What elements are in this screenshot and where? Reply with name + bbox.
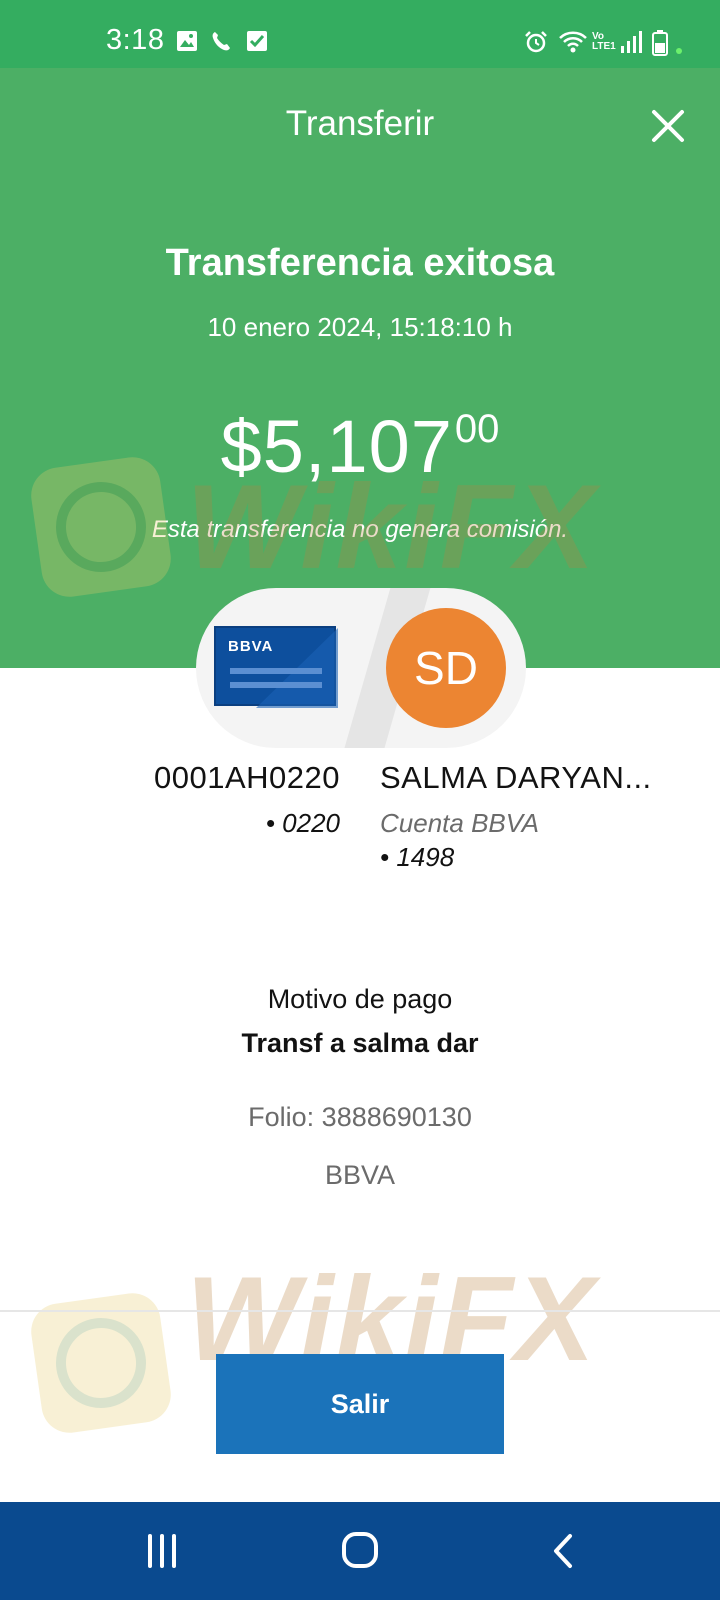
origin-account: 0001AH0220 bbox=[154, 760, 340, 795]
accounts-pill: BBVA SD bbox=[196, 588, 526, 748]
close-icon bbox=[652, 110, 684, 142]
payment-reason-value: Transf a salma dar bbox=[241, 1028, 479, 1058]
status-right-icons: Vo LTE1 bbox=[524, 28, 704, 58]
commission-note: Esta transferencia no genera comisión. bbox=[151, 516, 569, 543]
amount-main: $5,107 bbox=[220, 405, 453, 488]
exit-button[interactable]: Salir bbox=[216, 1354, 504, 1454]
recipient-account-type: Cuenta BBVA bbox=[380, 808, 539, 838]
bbva-card-icon: BBVA bbox=[214, 626, 338, 708]
origin-last-digits: • 0220 bbox=[265, 808, 340, 838]
battery-icon bbox=[652, 30, 668, 56]
header: Transferir Transferencia exitosa 10 ener… bbox=[0, 68, 720, 668]
footer-divider bbox=[0, 1310, 720, 1312]
gallery-icon bbox=[177, 31, 197, 51]
transaction-date: 10 enero 2024, 15:18:10 h bbox=[207, 312, 513, 342]
success-title: Transferencia exitosa bbox=[165, 242, 555, 284]
close-button[interactable] bbox=[648, 106, 688, 146]
navigation-bar bbox=[0, 1502, 720, 1600]
recent-apps-icon bbox=[148, 1534, 176, 1568]
wifi-icon bbox=[559, 31, 587, 53]
transfer-amount: $5,10700 bbox=[0, 404, 720, 489]
folio-number: Folio: 3888690130 bbox=[248, 1102, 472, 1132]
recipient-avatar: SD bbox=[386, 608, 506, 728]
payment-reason-label: Motivo de pago bbox=[267, 984, 453, 1014]
alarm-icon bbox=[525, 31, 547, 53]
checkbox-icon bbox=[247, 31, 267, 51]
status-bar: 3:18 Vo LTE1 bbox=[0, 0, 720, 68]
status-time: 3:18 bbox=[106, 24, 165, 56]
card-stripe bbox=[230, 668, 322, 674]
header-title: Transferir bbox=[285, 104, 435, 143]
lte-icon: Vo LTE1 bbox=[592, 32, 616, 52]
home-icon bbox=[342, 1532, 378, 1568]
back-icon bbox=[554, 1534, 572, 1568]
home-button[interactable] bbox=[330, 1526, 390, 1576]
recipient-last-digits: • 1498 bbox=[380, 842, 455, 872]
back-button[interactable] bbox=[534, 1526, 594, 1576]
bank-name: BBVA bbox=[324, 1160, 396, 1190]
signal-icon bbox=[621, 31, 642, 53]
notification-dot bbox=[676, 48, 682, 54]
phone-icon bbox=[212, 32, 230, 51]
card-stripe bbox=[230, 682, 322, 688]
recent-apps-button[interactable] bbox=[132, 1526, 192, 1576]
amount-cents: 00 bbox=[454, 407, 500, 451]
recipient-name: SALMA DARYAN... bbox=[380, 760, 652, 795]
lte-bottom-label: LTE1 bbox=[592, 41, 616, 52]
